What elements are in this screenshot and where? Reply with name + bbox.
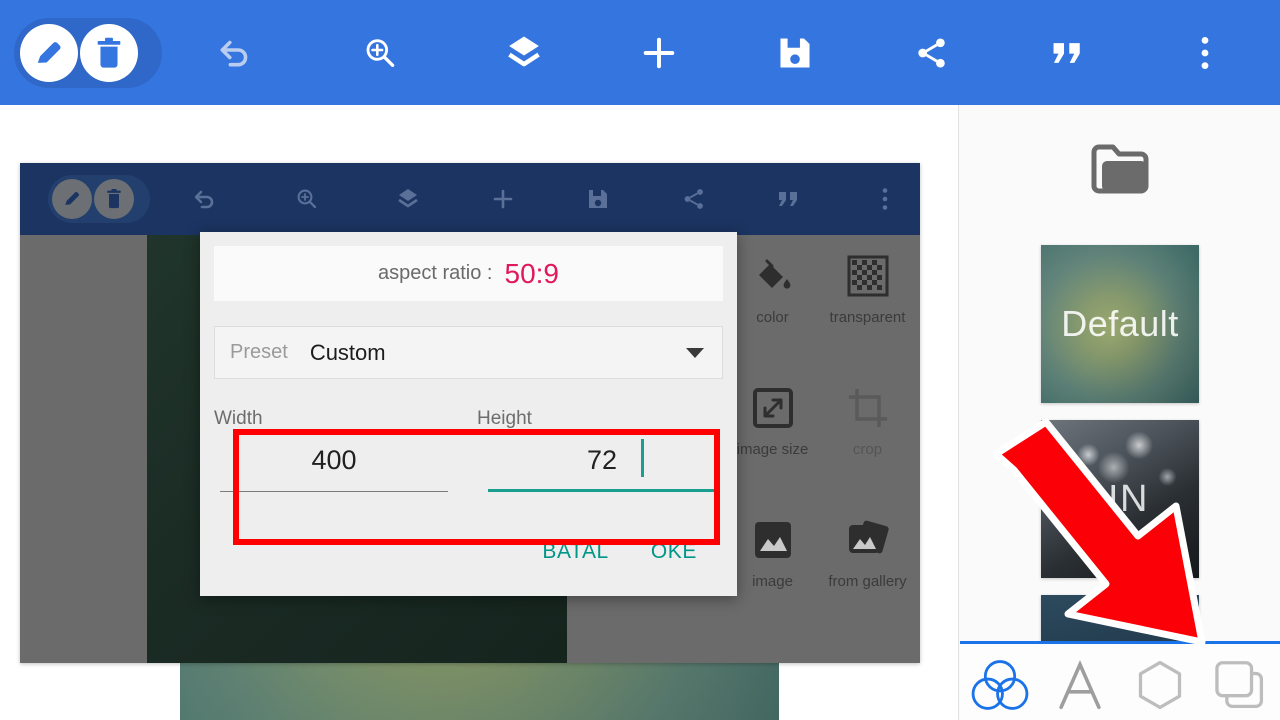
nested-screenshot: color transparent image size crop image … [20,163,920,663]
inner-tool-from-gallery: from gallery [815,507,920,591]
layers-stack-icon [1215,661,1264,709]
aspect-ratio-label: aspect ratio : [377,262,493,284]
save-icon [780,38,810,68]
text-cursor [641,439,644,477]
inner-save-icon [578,179,618,219]
height-label: Height [477,408,532,429]
color-blend-icon [971,660,1029,710]
inner-add-icon [483,179,523,219]
preset-label: Preset [230,341,288,363]
inner-tool-panel: color transparent image size crop image … [710,235,920,663]
chevron-down-icon [686,348,704,358]
top-toolbar [0,0,1280,105]
delete-button[interactable] [80,24,138,82]
save-button[interactable] [768,26,822,80]
add-button[interactable] [632,26,686,80]
inner-delete-icon [94,179,134,219]
aspect-ratio-bar: aspect ratio : 50:9 [214,246,723,301]
shape-icon [1138,660,1182,710]
inner-tool-label: crop [852,441,883,458]
width-underline [220,491,448,492]
layers-button[interactable] [497,26,551,80]
layers-icon [508,36,540,67]
add-icon [643,37,675,69]
share-button[interactable] [905,26,959,80]
thumbnail-label: UN [1090,477,1150,520]
layers-stack-button[interactable] [1200,652,1280,718]
undo-icon [220,40,248,67]
image-size-dialog: aspect ratio : 50:9 Preset Custom Width … [200,232,737,596]
dialog-actions: BATAL OKE [200,540,737,564]
edit-button[interactable] [20,24,78,82]
delete-icon [97,37,121,68]
inner-quote-icon [769,179,809,219]
inner-tool-transparent: transparent [815,243,920,327]
share-icon [918,38,945,68]
folder-button[interactable] [959,120,1280,220]
right-sidebar: Default UN [958,105,1280,720]
width-input[interactable] [220,436,448,484]
crop-icon [815,375,920,441]
inner-zoom-in-icon [287,179,327,219]
gallery-icon [815,507,920,573]
color-blend-button[interactable] [960,652,1040,718]
preset-value: Custom [309,339,386,365]
cancel-button[interactable]: BATAL [542,540,608,564]
height-field[interactable] [488,436,716,492]
overflow-menu-icon [1201,37,1209,69]
inner-layers-icon [388,179,428,219]
height-underline [488,489,716,492]
width-label: Width [214,408,263,429]
thumbnail-label: Default [1061,303,1179,344]
app-root: Default UN color transparent image size … [0,0,1280,720]
inner-edit-icon [52,179,92,219]
overflow-menu-button[interactable] [1178,26,1232,80]
inner-share-icon [674,179,714,219]
inner-overflow-menu-icon [865,179,905,219]
checkerboard-icon [815,243,920,309]
preset-dropdown[interactable]: Preset Custom [214,326,723,379]
inner-edit-delete-group [48,175,150,223]
edit-icon [37,42,61,63]
folder-icon [1091,144,1149,194]
text-icon [1059,659,1101,710]
text-button[interactable] [1040,652,1120,718]
bottom-toolbar [960,641,1280,720]
ok-button[interactable]: OKE [651,540,697,564]
inner-tool-crop: crop [815,375,920,459]
inner-top-toolbar [20,163,920,235]
quote-icon [1053,43,1080,63]
inner-tool-label: from gallery [828,573,907,590]
shape-button[interactable] [1120,652,1200,718]
edit-delete-group [14,18,162,88]
thumbnail-photo[interactable]: UN [1041,420,1199,578]
zoom-in-icon [366,39,395,67]
height-input[interactable] [488,436,716,484]
aspect-ratio-value: 50:9 [504,257,560,289]
inner-undo-icon [184,179,224,219]
undo-button[interactable] [207,26,261,80]
zoom-button[interactable] [353,26,407,80]
thumbnail-default[interactable]: Default [1041,245,1199,403]
width-field[interactable] [220,436,448,492]
quote-button[interactable] [1040,26,1094,80]
inner-tool-label: transparent [829,309,906,326]
